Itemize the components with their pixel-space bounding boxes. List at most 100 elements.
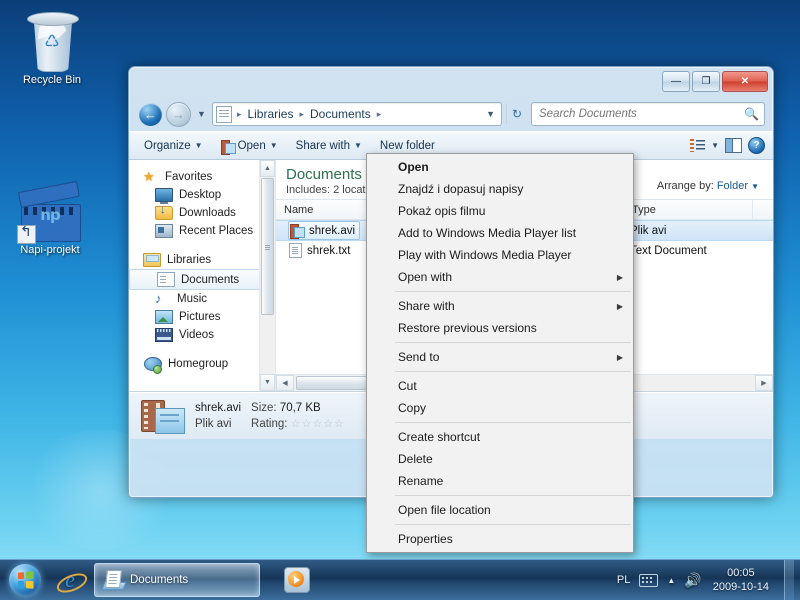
taskbar-item-internet-explorer[interactable]: e [50,567,90,593]
menu-item-label: Cut [398,379,417,393]
desktop-icon-recycle-bin[interactable]: ♺ Recycle Bin [4,8,100,87]
clock[interactable]: 00:05 2009-10-14 [711,566,769,594]
navpane-scrollbar[interactable]: ▲ ▼ [259,160,275,391]
taskbar-button-label: Documents [130,574,189,586]
sidebar-item-label: Desktop [179,189,222,201]
menu-item-label: Play with Windows Media Player [398,248,572,262]
scroll-left-arrow-icon[interactable]: ◀ [276,375,294,391]
menu-item-share-with[interactable]: Share with ▶ [367,295,633,317]
menu-item-restore-previous-versions[interactable]: Restore previous versions [367,317,633,339]
preview-pane-icon[interactable] [725,138,742,153]
taskbar-item-media-player[interactable] [280,567,314,593]
maximize-button[interactable]: ❐ [692,71,720,92]
back-button[interactable]: ← [139,102,162,126]
menu-item-properties[interactable]: Properties [367,528,633,550]
menu-separator [369,422,631,423]
window-titlebar[interactable]: — ❐ ✕ [129,67,773,97]
recent-pages-chevron-icon[interactable]: ▼ [195,109,208,119]
menu-item-add-to-wmp-list[interactable]: Add to Windows Media Player list [367,222,633,244]
clock-time: 00:05 [727,567,755,579]
chevron-down-icon[interactable]: ▼ [711,141,719,150]
speaker-icon[interactable]: 🔊 [684,573,701,587]
menu-item-open-file-location[interactable]: Open file location [367,499,633,521]
txt-file-icon [289,243,302,258]
column-header-type[interactable]: Type [624,200,753,219]
sidebar-item-label: Videos [179,329,214,341]
share-with-button[interactable]: Share with ▼ [287,137,371,155]
sidebar-item-documents[interactable]: Documents [129,269,271,290]
breadcrumb-documents[interactable]: Documents [307,106,374,122]
desktop-icon-napi-projekt[interactable]: np Napi-projekt [2,180,98,257]
desktop-icon-label: Napi-projekt [20,244,80,256]
arrange-by-control[interactable]: Arrange by: Folder ▼ [657,180,759,192]
keyboard-icon[interactable] [639,573,659,587]
show-hidden-icons-chevron-icon[interactable]: ▲ [667,576,675,585]
address-dropdown-icon[interactable]: ▼ [486,109,498,119]
organize-label: Organize [144,139,191,152]
open-button[interactable]: Open ▼ [212,137,287,155]
scroll-up-arrow-icon[interactable]: ▲ [260,160,275,177]
windows-start-orb-icon [9,564,41,596]
file-type-cell: Text Document [630,244,707,257]
start-button[interactable] [0,561,50,599]
refresh-button[interactable]: ↻ [506,104,527,124]
menu-item-copy[interactable]: Copy [367,397,633,419]
sidebar-item-desktop[interactable]: Desktop [129,186,275,204]
arrange-by-value[interactable]: Folder [717,180,748,192]
menu-item-label: Open with [398,270,453,284]
sidebar-item-libraries[interactable]: Libraries [129,251,275,269]
details-size-label: Size: [251,402,277,414]
address-bar[interactable]: ▸ Libraries ▸ Documents ▸ ▼ [211,102,502,126]
close-button[interactable]: ✕ [722,71,768,92]
menu-item-show-film-description[interactable]: Pokaż opis filmu [367,200,633,222]
sidebar-item-music[interactable]: ♪ Music [129,290,275,308]
forward-button[interactable]: → [166,101,191,127]
scrollbar-thumb[interactable] [261,178,274,315]
language-indicator[interactable]: PL [617,574,630,586]
menu-item-cut[interactable]: Cut [367,375,633,397]
menu-item-label: Create shortcut [398,430,481,444]
sidebar-item-homegroup[interactable]: Homegroup [129,355,275,374]
recycle-bin-icon: ♺ [24,8,80,72]
sidebar-item-recent-places[interactable]: Recent Places [129,222,275,240]
show-desktop-button[interactable] [784,560,794,600]
search-box[interactable]: 🔍 [531,102,765,126]
selected-name-box[interactable]: shrek.avi [288,221,361,240]
chevron-down-icon[interactable]: ▼ [751,182,759,191]
menu-item-send-to[interactable]: Send to ▶ [367,346,633,368]
address-library-icon [215,105,232,123]
menu-item-delete[interactable]: Delete [367,448,633,470]
menu-item-play-with-wmp[interactable]: Play with Windows Media Player [367,244,633,266]
breadcrumb-libraries[interactable]: Libraries [244,106,296,122]
organize-button[interactable]: Organize ▼ [135,137,212,155]
avi-file-large-icon [141,398,185,434]
scroll-right-arrow-icon[interactable]: ▶ [755,375,773,391]
navigation-row: ← → ▼ ▸ Libraries ▸ Documents ▸ ▼ ↻ 🔍 [129,97,773,131]
menu-item-open[interactable]: Open [367,156,633,178]
sidebar-item-downloads[interactable]: Downloads [129,204,275,222]
scroll-down-arrow-icon[interactable]: ▼ [260,374,275,391]
menu-item-label: Properties [398,532,453,546]
context-menu[interactable]: Open Znajdź i dopasuj napisy Pokaż opis … [366,153,634,553]
menu-item-rename[interactable]: Rename [367,470,633,492]
window-controls: — ❐ ✕ [662,71,768,92]
details-rating-label: Rating: [251,418,288,430]
menu-item-create-shortcut[interactable]: Create shortcut [367,426,633,448]
search-input[interactable] [537,107,745,121]
menu-item-label: Pokaż opis filmu [398,204,486,218]
sidebar-item-favorites[interactable]: ★ Favorites [129,168,275,186]
file-type-cell: Plik avi [630,224,667,237]
submenu-arrow-icon: ▶ [616,352,623,362]
menu-item-find-subtitles[interactable]: Znajdź i dopasuj napisy [367,178,633,200]
view-options-icon[interactable] [690,139,706,152]
sidebar-item-videos[interactable]: Videos [129,326,275,344]
menu-item-open-with[interactable]: Open with ▶ [367,266,633,288]
sidebar-item-pictures[interactable]: Pictures [129,308,275,326]
navigation-pane[interactable]: ★ Favorites Desktop Downloads Recent Pla… [129,160,276,391]
rating-stars[interactable]: ☆☆☆☆☆ [291,418,345,430]
new-folder-button[interactable]: New folder [371,137,444,155]
breadcrumb-separator: ▸ [376,108,382,119]
minimize-button[interactable]: — [662,71,690,92]
taskbar-button-documents[interactable]: Documents [94,563,260,597]
help-icon[interactable]: ? [748,137,765,154]
